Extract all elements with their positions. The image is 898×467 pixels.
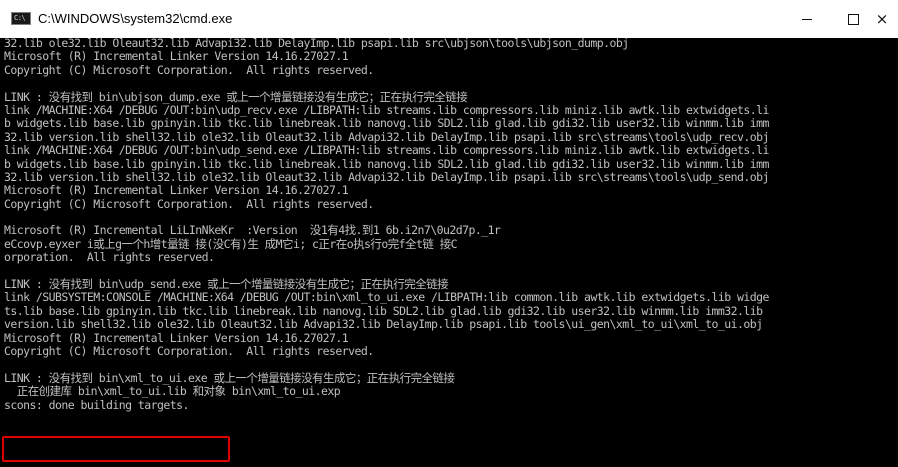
console-line: b widgets.lib base.lib gpinyin.lib tkc.l… (4, 156, 769, 171)
console-line: Microsoft (R) Incremental Linker Version… (4, 49, 349, 64)
title-bar[interactable]: C:\ C:\WINDOWS\system32\cmd.exe × (0, 0, 898, 38)
console-line: LINK : 没有找到 bin\udp_send.exe 或上一个增量链接没有生… (4, 277, 449, 292)
close-icon: × (875, 10, 889, 28)
console-line: Microsoft (R) Incremental Linker Version… (4, 183, 349, 198)
console-line: LINK : 没有找到 bin\xml_to_ui.exe 或上一个增量链接没有… (4, 370, 455, 385)
console-line: link /MACHINE:X64 /DEBUG /OUT:bin\udp_se… (4, 143, 769, 158)
console-line: 正在创建库 bin\xml_to_ui.lib 和对象 bin\xml_to_u… (4, 384, 341, 399)
maximize-icon (848, 14, 859, 25)
console-line: b widgets.lib base.lib gpinyin.lib tkc.l… (4, 116, 769, 131)
console-line: 32.lib version.lib shell32.lib ole32.lib… (4, 169, 769, 184)
console-line: Copyright (C) Microsoft Corporation. All… (4, 196, 374, 211)
cmd-app-icon[interactable]: C:\ (11, 12, 31, 25)
minimize-button[interactable] (784, 0, 830, 38)
console-line: eCcovp.eyxer i或上g一个h增t量链 接(没C有)生 成M它i; c… (4, 236, 458, 251)
console-line: orporation. All rights reserved. (4, 250, 215, 265)
console-line: Microsoft (R) Incremental Linker Version… (4, 330, 349, 345)
console-line: link /SUBSYSTEM:CONSOLE /MACHINE:X64 /DE… (4, 290, 769, 305)
console-line: version.lib shell32.lib ole32.lib Oleaut… (4, 317, 763, 332)
console-line: ts.lib base.lib gpinyin.lib tkc.lib line… (4, 303, 763, 318)
console-line: 32.lib ole32.lib Oleaut32.lib Advapi32.l… (4, 37, 629, 50)
close-button[interactable]: × (866, 0, 898, 38)
console-line: LINK : 没有找到 bin\ubjson_dump.exe 或上一个增量链接… (4, 89, 468, 104)
console-line: 32.lib version.lib shell32.lib ole32.lib… (4, 129, 769, 144)
window-title: C:\WINDOWS\system32\cmd.exe (38, 11, 233, 26)
console-line: scons: done building targets. (4, 397, 189, 412)
console-line: Microsoft (R) Incremental LiLInNkeKr :Ve… (4, 223, 501, 238)
console-line: link /MACHINE:X64 /DEBUG /OUT:bin\udp_re… (4, 102, 769, 117)
console-line: Copyright (C) Microsoft Corporation. All… (4, 62, 374, 77)
console-line: Copyright (C) Microsoft Corporation. All… (4, 343, 374, 358)
highlight-annotation-box (2, 436, 230, 462)
cmd-window: C:\ C:\WINDOWS\system32\cmd.exe × 32.lib… (0, 0, 898, 467)
minimize-icon (802, 19, 812, 20)
cmd-app-icon-text: C:\ (14, 14, 26, 22)
console-output[interactable]: 32.lib ole32.lib Oleaut32.lib Advapi32.l… (4, 37, 898, 467)
